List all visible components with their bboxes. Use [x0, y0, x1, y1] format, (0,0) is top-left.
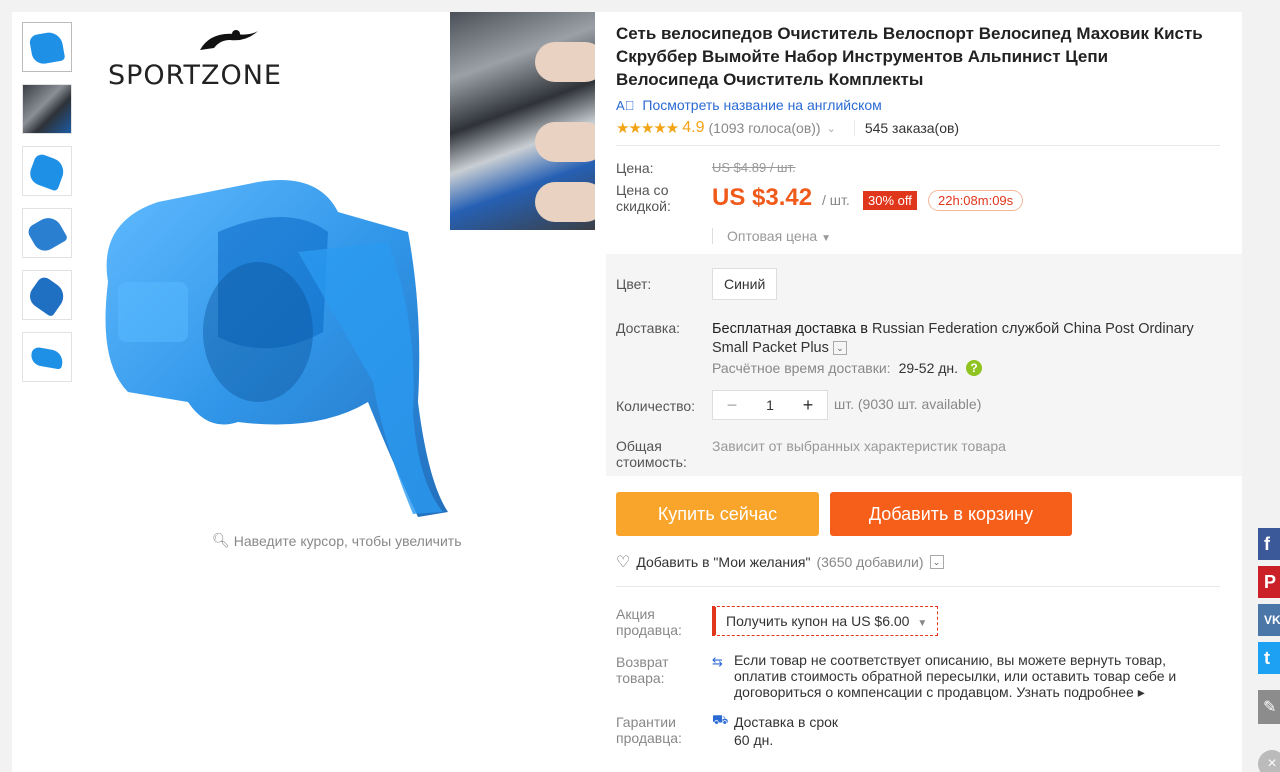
- caret-down-icon: ▼: [917, 618, 928, 629]
- zoom-hint-text: Наведите курсор, чтобы увеличить: [233, 532, 462, 549]
- actions-area: Купить сейчас Добавить в корзину ♡ Добав…: [616, 12, 1242, 772]
- secondary-product-photo[interactable]: [450, 12, 595, 230]
- heart-icon: ♡: [616, 554, 631, 571]
- divider: [616, 586, 1220, 587]
- facebook-share-button[interactable]: f: [1258, 528, 1280, 560]
- buy-now-button[interactable]: Купить сейчас: [616, 492, 819, 536]
- pinterest-share-button[interactable]: P: [1258, 566, 1280, 598]
- wishlist-count: (3650 добавили): [816, 554, 924, 570]
- get-coupon-button[interactable]: Получить купон на US $6.00 ▼: [712, 606, 939, 636]
- return-label: Возврат товара:: [616, 654, 669, 686]
- zoom-hint: 🔍︎ Наведите курсор, чтобы увеличить: [212, 532, 462, 549]
- social-share-rail: f P VK t: [1258, 528, 1280, 680]
- thumbnail-3[interactable]: [22, 146, 72, 196]
- thumbnail-1[interactable]: [22, 22, 72, 72]
- vk-share-button[interactable]: VK: [1258, 604, 1280, 636]
- chevron-down-icon[interactable]: ⌄: [929, 555, 944, 569]
- guarantee-label-line2: продавца:: [616, 730, 682, 746]
- product-card: SPORTZONE 🔍︎ Наведите курсор, чтобы увел…: [12, 12, 1242, 772]
- thumbnail-6[interactable]: [22, 332, 72, 382]
- page: SPORTZONE 🔍︎ Наведите курсор, чтобы увел…: [0, 0, 1280, 772]
- twitter-share-button[interactable]: t: [1258, 642, 1280, 674]
- coupon-label[interactable]: Получить купон на US $6.00: [726, 613, 909, 629]
- wishlist-label[interactable]: Добавить в "Мои желания": [636, 554, 810, 570]
- learn-more-link[interactable]: Узнать подробнее ▸: [1016, 684, 1144, 700]
- thumbnail-2[interactable]: [22, 84, 72, 134]
- return-label-line1: Возврат: [616, 654, 669, 670]
- seller-promo-label: Акция продавца:: [616, 606, 682, 638]
- chain-cleaner-image: [105, 180, 448, 517]
- logo-text: SPORTZONE: [108, 60, 282, 91]
- main-product-image[interactable]: SPORTZONE: [88, 12, 448, 532]
- return-label-line2: товара:: [616, 670, 665, 686]
- wishlist-button[interactable]: ♡ Добавить в "Мои желания" (3650 добавил…: [616, 552, 944, 572]
- return-icon: ⇆: [712, 654, 723, 669]
- cyclist-logo-icon: [200, 30, 258, 50]
- close-icon[interactable]: ×: [1258, 750, 1280, 772]
- guarantee-label: Гарантии продавца:: [616, 714, 682, 746]
- guarantee-days: 60 дн.: [734, 732, 774, 748]
- guarantee-label-line1: Гарантии: [616, 714, 676, 730]
- edit-icon[interactable]: ✎: [1258, 690, 1280, 724]
- add-to-cart-button[interactable]: Добавить в корзину: [830, 492, 1072, 536]
- thumbnail-list: [22, 22, 74, 394]
- brand-logo: SPORTZONE: [108, 20, 308, 91]
- seller-promo-label-line1: Акция: [616, 606, 655, 622]
- seller-promo-label-line2: продавца:: [616, 622, 682, 638]
- magnifier-icon: 🔍︎: [212, 532, 230, 548]
- return-policy: Если товар не соответствует описанию, вы…: [734, 652, 1204, 700]
- thumbnail-4[interactable]: [22, 208, 72, 258]
- guarantee-text: Доставка в срок: [734, 714, 839, 730]
- thumbnail-5[interactable]: [22, 270, 72, 320]
- truck-icon: ⛟: [712, 712, 729, 727]
